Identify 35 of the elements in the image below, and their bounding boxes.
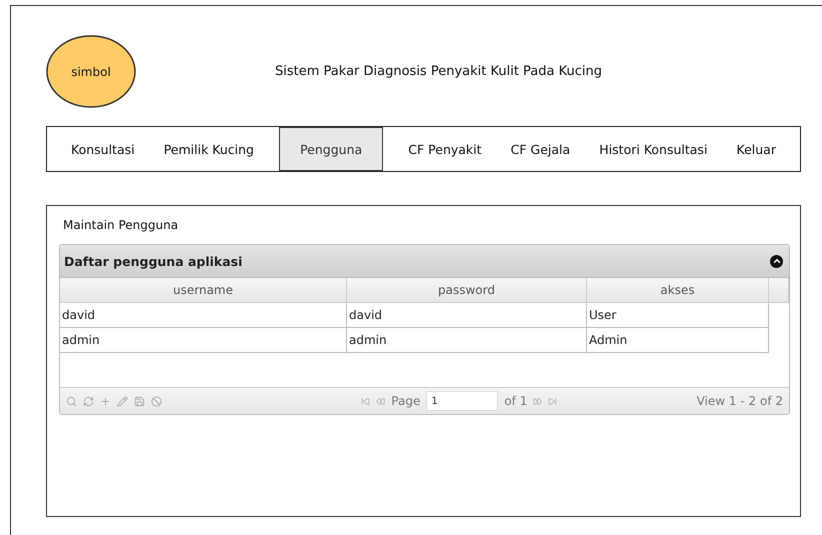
nav-tab[interactable]: CF Gejala: [506, 127, 574, 171]
section-title: Maintain Pengguna: [63, 218, 180, 232]
search-icon[interactable]: [66, 396, 77, 406]
nav-tab[interactable]: Pengguna: [279, 127, 384, 171]
collapse-icon[interactable]: [770, 254, 783, 268]
last-page-icon[interactable]: [548, 396, 558, 406]
column-header[interactable]: username: [60, 278, 347, 303]
table-cell: Admin: [587, 328, 769, 353]
pencil-icon[interactable]: [117, 396, 128, 406]
nav-tab[interactable]: Histori Konsultasi: [595, 127, 712, 171]
nav-tab[interactable]: Pemilik Kucing: [160, 127, 258, 171]
table-cell: david: [347, 303, 587, 328]
plus-icon[interactable]: [100, 396, 111, 406]
page-label: Page: [391, 394, 420, 408]
record-count: View 1 - 2 of 2: [696, 394, 783, 408]
column-header[interactable]: akses: [587, 278, 769, 303]
table-cell: User: [587, 303, 769, 328]
column-header[interactable]: password: [347, 278, 587, 303]
previous-page-icon[interactable]: [376, 396, 386, 406]
refresh-icon[interactable]: [83, 396, 94, 406]
table-cell: admin: [347, 328, 587, 353]
grid-title: Daftar pengguna aplikasi: [64, 254, 242, 268]
app-title: Sistem Pakar Diagnosis Penyakit Kulit Pada Kucing: [274, 64, 603, 79]
first-page-icon[interactable]: [361, 396, 370, 406]
save-icon[interactable]: [134, 396, 145, 406]
page-input[interactable]: 1: [426, 391, 498, 411]
page-count: of 1: [504, 394, 528, 408]
nav-tab[interactable]: Keluar: [732, 127, 780, 171]
cancel-icon[interactable]: [151, 396, 162, 406]
nav-tab[interactable]: Konsultasi: [67, 127, 139, 171]
table-cell: admin: [60, 328, 347, 353]
next-page-icon[interactable]: [533, 396, 542, 406]
nav-tab[interactable]: CF Penyakit: [404, 127, 486, 171]
logo-text: simbol: [71, 64, 111, 78]
table-cell: david: [60, 303, 347, 328]
